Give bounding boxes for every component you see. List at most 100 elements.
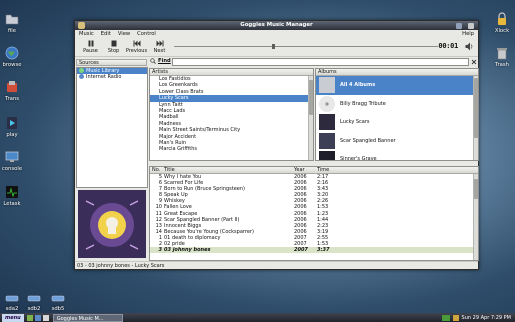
start-menu-button[interactable]: menu: [2, 313, 24, 322]
toolbar: Pause Stop Previous Next 00:01: [75, 38, 478, 57]
desktop-icon-sdb5[interactable]: sdb5: [46, 290, 70, 312]
sources-list: Music Library Internet Radio: [76, 67, 148, 188]
window-title: Goggles Music Manager: [240, 22, 313, 28]
menu-edit[interactable]: Edit: [101, 30, 111, 38]
volume-icon[interactable]: [465, 42, 473, 51]
find-input[interactable]: [172, 58, 469, 66]
col-title[interactable]: Title: [164, 167, 294, 173]
close-button[interactable]: [468, 22, 474, 29]
stop-button[interactable]: Stop: [102, 40, 125, 54]
album-item[interactable]: Scar Spangled Banner: [316, 132, 478, 151]
next-icon: [156, 40, 163, 47]
desktop-icon-sda2[interactable]: sda2: [0, 290, 24, 312]
source-label: Internet Radio: [86, 74, 122, 81]
find-bar: Find: [150, 58, 171, 64]
scrollbar-thumb[interactable]: [309, 80, 313, 115]
stop-icon: [111, 40, 116, 47]
lock-icon: [498, 12, 506, 25]
trash-icon: [497, 48, 507, 60]
music-manager-window: Goggles Music Manager Music Edit View Co…: [74, 20, 479, 270]
album-item[interactable]: All 4 Albums: [316, 76, 478, 95]
previous-button[interactable]: Previous: [125, 40, 148, 54]
album-item[interactable]: Lucky Scars: [316, 113, 478, 132]
menu-view[interactable]: View: [118, 30, 130, 38]
sources-header: Sources: [76, 59, 147, 66]
quicklaunch-icon[interactable]: [26, 314, 33, 321]
desktop-icon-trash[interactable]: Trash: [490, 46, 514, 68]
desktop-icon-letask[interactable]: Letask: [0, 185, 24, 207]
quicklaunch-icon[interactable]: [42, 314, 49, 321]
source-label: Music Library: [86, 68, 120, 74]
song-title: 03 johnny bones: [164, 247, 211, 254]
album-item[interactable]: Sinner's Grave: [316, 150, 478, 161]
song-time: 3:37: [317, 247, 330, 254]
desktop-icon-label: play: [6, 132, 18, 138]
desktop-icon-label: Trash: [495, 62, 509, 68]
artists-header: Artists: [150, 69, 313, 76]
tray-icon[interactable]: [452, 314, 459, 321]
previous-icon: [133, 40, 140, 47]
song-row[interactable]: 3 03 johnny bones 2007 3:37: [150, 247, 478, 254]
time-display: 00:01: [438, 42, 458, 50]
clear-find-icon[interactable]: [471, 59, 477, 65]
album-art: [76, 189, 148, 260]
pause-button[interactable]: Pause: [79, 40, 102, 54]
desktop-icon-sdb2[interactable]: sdb2: [22, 290, 46, 312]
songs-scrollbar[interactable]: [473, 174, 478, 260]
album-cover-image: [78, 190, 146, 258]
album-label: Scar Spangled Banner: [340, 137, 396, 144]
albums-scrollbar[interactable]: [473, 76, 478, 160]
songs-pane: No. Title Year Time 5 Why I hate You 2006 2…: [149, 166, 479, 261]
col-no[interactable]: No.: [150, 167, 164, 173]
menu-music[interactable]: Music: [79, 30, 94, 38]
desktop-icon-play[interactable]: play: [0, 116, 24, 138]
music-library-icon: [79, 68, 84, 73]
artist-row[interactable]: Marcia Griffiths: [150, 146, 313, 152]
desktop-icon-trans[interactable]: Trans: [0, 80, 24, 102]
album-label: Billy Bragg Tribute: [340, 100, 386, 107]
col-year[interactable]: Year: [294, 167, 317, 173]
find-label: Find: [158, 58, 171, 64]
monitor-icon: [5, 151, 19, 162]
album-label: Sinner's Grave: [340, 156, 377, 161]
window-titlebar[interactable]: Goggles Music Manager: [75, 21, 478, 30]
desktop-icon-label: browse: [2, 62, 22, 68]
desktop-icon-label: console: [1, 166, 23, 172]
seek-slider[interactable]: [174, 44, 438, 50]
album-label: Lucky Scars: [340, 119, 370, 126]
desktop-icon-console[interactable]: console: [0, 150, 24, 172]
minimize-button[interactable]: [456, 22, 462, 29]
album-cover-icon: [319, 95, 335, 112]
artists-scrollbar[interactable]: [308, 76, 313, 160]
seek-handle[interactable]: [272, 44, 275, 50]
status-bar: 03 - 03 johnny bones - Lucky Scars: [75, 261, 478, 269]
task-button[interactable]: Goggles Music M...: [52, 313, 123, 322]
clock: Sun 29 Apr 7:29 PM: [461, 314, 511, 321]
radio-icon: [79, 74, 84, 80]
desktop-icon-browse[interactable]: browse: [0, 46, 24, 68]
menu-help[interactable]: Help: [462, 30, 478, 38]
folder-icon: [5, 14, 19, 25]
song-year: 2007: [294, 247, 308, 254]
col-time[interactable]: Time: [317, 167, 341, 173]
album-label: All 4 Albums: [340, 82, 376, 89]
source-internet-radio[interactable]: Internet Radio: [77, 74, 147, 80]
desktop-icon-label: sdb2: [27, 306, 41, 312]
artists-pane: Artists Los Fastidios Los Greenkards Lower…: [149, 68, 314, 161]
scrollbar-thumb[interactable]: [474, 78, 478, 138]
menubar: Music Edit View Control Help: [75, 30, 478, 38]
tray-icon[interactable]: [441, 314, 450, 321]
pause-icon: [88, 40, 93, 47]
album-cover-icon: [319, 114, 335, 131]
scrollbar-thumb[interactable]: [474, 179, 478, 199]
transmission-icon: [7, 81, 17, 92]
menu-control[interactable]: Control: [137, 30, 156, 38]
albums-pane: Albums All 4 Albums Billy Bragg Tribute Lu…: [315, 68, 479, 161]
next-button[interactable]: Next: [148, 40, 171, 54]
desktop-icon-file[interactable]: file: [0, 12, 24, 34]
desktop-icon-xlock[interactable]: Xlock: [490, 12, 514, 34]
quicklaunch-icon[interactable]: [34, 314, 41, 321]
album-item[interactable]: Billy Bragg Tribute: [316, 95, 478, 114]
pause-label: Pause: [83, 48, 98, 54]
find-icon: [150, 58, 156, 64]
